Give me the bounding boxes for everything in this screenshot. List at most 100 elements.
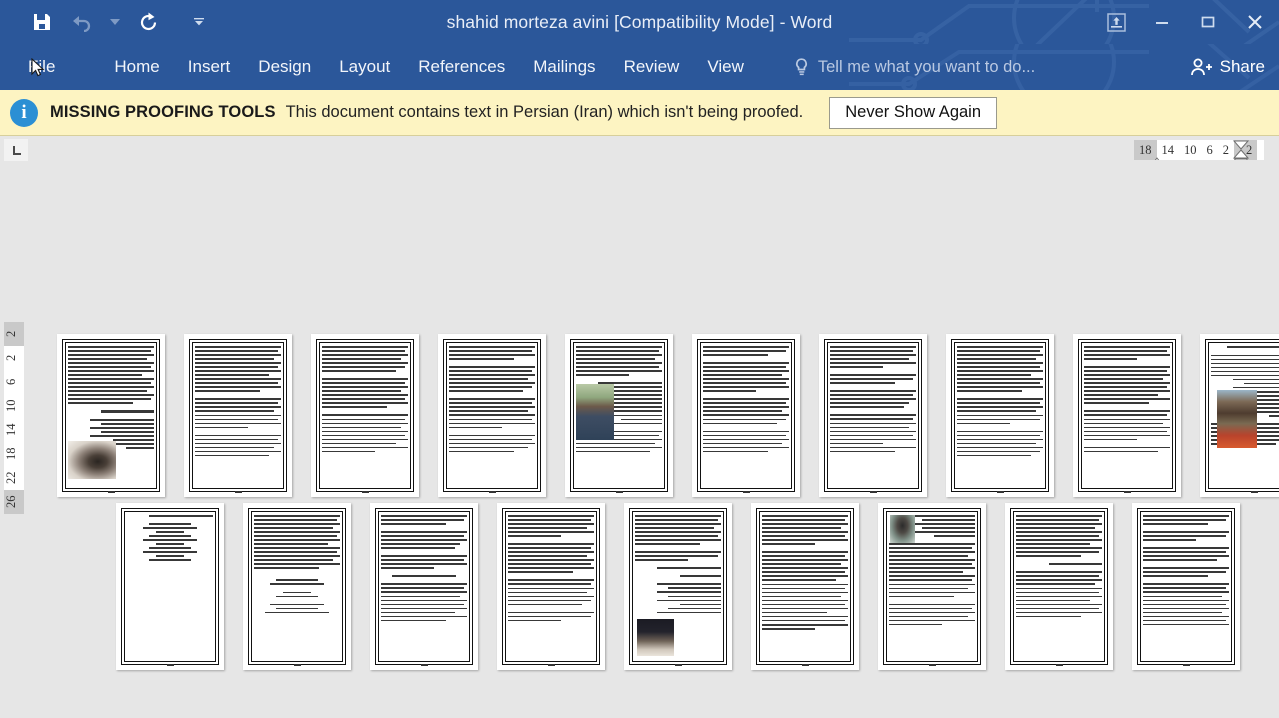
page-content <box>1084 346 1170 483</box>
tab-references[interactable]: References <box>404 44 519 90</box>
quick-access-toolbar[interactable] <box>0 0 212 44</box>
page-number <box>1073 491 1181 493</box>
page-thumbnail[interactable] <box>497 503 605 670</box>
restore-icon[interactable] <box>1185 0 1231 44</box>
close-icon[interactable] <box>1231 0 1279 44</box>
save-icon[interactable] <box>22 2 62 42</box>
minimize-icon[interactable] <box>1139 0 1185 44</box>
document-canvas[interactable] <box>28 160 1279 718</box>
page-number <box>878 664 986 666</box>
page-content <box>68 346 154 483</box>
page-number <box>311 491 419 493</box>
tab-mailings[interactable]: Mailings <box>519 44 609 90</box>
page-thumbnail[interactable] <box>624 503 732 670</box>
tab-design[interactable]: Design <box>244 44 325 90</box>
page-number <box>116 664 224 666</box>
page-thumbnail[interactable] <box>1005 503 1113 670</box>
page-content <box>830 346 916 483</box>
share-button[interactable]: Share <box>1178 44 1279 90</box>
page-content <box>449 346 535 483</box>
left-tab-stop-icon <box>12 145 21 155</box>
ribbon-tab-bar: File Home Insert Design Layout Reference… <box>0 44 1279 90</box>
vruler-tick-18: 18 <box>4 447 18 461</box>
page-thumbnail[interactable] <box>438 334 546 497</box>
page-thumbnail[interactable] <box>751 503 859 670</box>
page-thumbnail[interactable] <box>57 334 165 497</box>
page-content <box>381 515 467 656</box>
page-number <box>438 491 546 493</box>
page-number <box>184 491 292 493</box>
page-number <box>946 491 1054 493</box>
customize-quick-access-chevron-icon[interactable] <box>186 2 212 42</box>
page-photo <box>68 441 116 479</box>
window-controls[interactable] <box>1093 0 1279 44</box>
page-content <box>957 346 1043 483</box>
vruler-tick-6: 6 <box>4 378 18 386</box>
never-show-again-button[interactable]: Never Show Again <box>829 96 998 129</box>
page-number <box>819 491 927 493</box>
share-label: Share <box>1219 57 1265 76</box>
page-number <box>565 491 673 493</box>
thumbnail-row-1 <box>57 334 1279 497</box>
page-thumbnail[interactable] <box>946 334 1054 497</box>
page-thumbnail[interactable] <box>1200 334 1279 497</box>
page-thumbnail[interactable] <box>1073 334 1181 497</box>
page-number <box>370 664 478 666</box>
page-number <box>751 664 859 666</box>
page-content <box>508 515 594 656</box>
page-number <box>243 664 351 666</box>
word-application-window: shahid morteza avini [Compatibility Mode… <box>0 0 1279 718</box>
page-content <box>762 515 848 656</box>
page-thumbnail[interactable] <box>370 503 478 670</box>
message-bar-text: This document contains text in Persian (… <box>285 103 804 121</box>
page-thumbnail[interactable] <box>878 503 986 670</box>
tab-stop-selector[interactable] <box>4 139 28 161</box>
page-thumbnail[interactable] <box>116 503 224 670</box>
tab-review[interactable]: Review <box>610 44 694 90</box>
page-thumbnail[interactable] <box>565 334 673 497</box>
page-number <box>57 491 165 493</box>
page-number <box>497 664 605 666</box>
page-photo <box>1217 390 1257 448</box>
tab-home[interactable]: Home <box>100 44 173 90</box>
page-content <box>703 346 789 483</box>
tab-view[interactable]: View <box>693 44 758 90</box>
page-photo <box>637 619 674 656</box>
page-content <box>127 515 213 656</box>
page-thumbnail[interactable] <box>819 334 927 497</box>
page-content <box>195 346 281 483</box>
hruler-tick-14: 14 <box>1161 142 1175 157</box>
vruler-tick-10: 10 <box>4 399 18 413</box>
vertical-ruler[interactable]: 2 2 6 10 14 18 22 26 <box>4 322 24 514</box>
page-content <box>576 346 662 483</box>
ribbon-display-options-icon[interactable] <box>1093 0 1139 44</box>
tab-layout[interactable]: Layout <box>325 44 404 90</box>
page-thumbnail[interactable] <box>184 334 292 497</box>
vruler-tick-14: 14 <box>4 423 18 437</box>
page-content <box>254 515 340 656</box>
share-person-icon <box>1190 58 1212 76</box>
tab-insert[interactable]: Insert <box>174 44 245 90</box>
info-icon: i <box>10 98 38 127</box>
page-number <box>692 491 800 493</box>
hruler-tick-10: 10 <box>1184 142 1197 157</box>
page-thumbnail[interactable] <box>311 334 419 497</box>
page-content <box>1143 515 1229 656</box>
tell-me-search[interactable]: Tell me what you want to do... <box>794 57 1035 77</box>
title-bar: shahid morteza avini [Compatibility Mode… <box>0 0 1279 44</box>
repeat-icon[interactable] <box>128 2 168 42</box>
thumbnail-row-2 <box>116 503 1240 670</box>
page-thumbnail[interactable] <box>1132 503 1240 670</box>
ribbon-tabs[interactable]: File Home Insert Design Layout Reference… <box>0 44 1035 90</box>
page-thumbnail[interactable] <box>692 334 800 497</box>
tab-file[interactable]: File <box>16 44 67 90</box>
lightbulb-icon <box>795 58 807 76</box>
undo-chevron-down-icon[interactable] <box>102 2 128 42</box>
hruler-tick-6: 6 <box>1206 142 1213 157</box>
page-number <box>1005 664 1113 666</box>
page-thumbnail[interactable] <box>243 503 351 670</box>
page-number <box>1200 491 1279 493</box>
message-bar-headline: MISSING PROOFING TOOLS <box>50 103 276 121</box>
tell-me-placeholder: Tell me what you want to do... <box>817 57 1036 76</box>
undo-icon[interactable] <box>62 2 102 42</box>
